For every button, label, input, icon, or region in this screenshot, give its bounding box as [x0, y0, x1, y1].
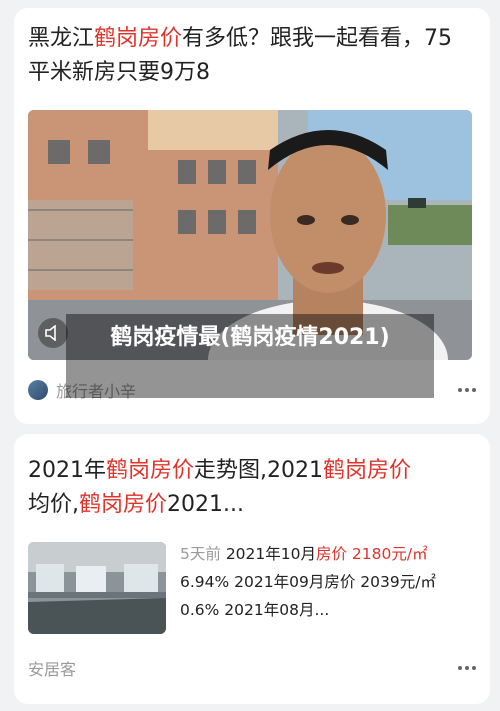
post-meta: 安居客: [28, 656, 476, 680]
price-line-1: 5天前 2021年10月房价 2180元/㎡: [180, 545, 428, 563]
source-name[interactable]: 安居客: [28, 656, 76, 680]
price-info: 5天前 2021年10月房价 2180元/㎡ 6.94% 2021年09月房价 …: [180, 540, 480, 624]
overlay-caption: 鹤岗疫情最(鹤岗疫情2021): [66, 314, 434, 398]
feed-card-article[interactable]: 2021年鹤岗房价走势图,2021鹤岗房价 均价,鹤岗房价2021... 5天前 …: [14, 434, 490, 704]
author-avatar[interactable]: [28, 380, 48, 400]
price-line-2: 6.94% 2021年09月房价 2039元/㎡: [180, 573, 436, 591]
more-dots-icon[interactable]: [458, 656, 476, 680]
post-title[interactable]: 2021年鹤岗房价走势图,2021鹤岗房价 均价,鹤岗房价2021...: [28, 454, 468, 522]
more-dots-icon[interactable]: [458, 378, 476, 402]
post-title[interactable]: 黑龙江鹤岗房价有多低？跟我一起看看，75平米新房只要9万8: [28, 22, 468, 90]
article-thumbnail[interactable]: [28, 542, 166, 634]
speaker-muted-icon[interactable]: [38, 318, 68, 348]
price-line-3: 0.6% 2021年08月...: [180, 601, 330, 619]
